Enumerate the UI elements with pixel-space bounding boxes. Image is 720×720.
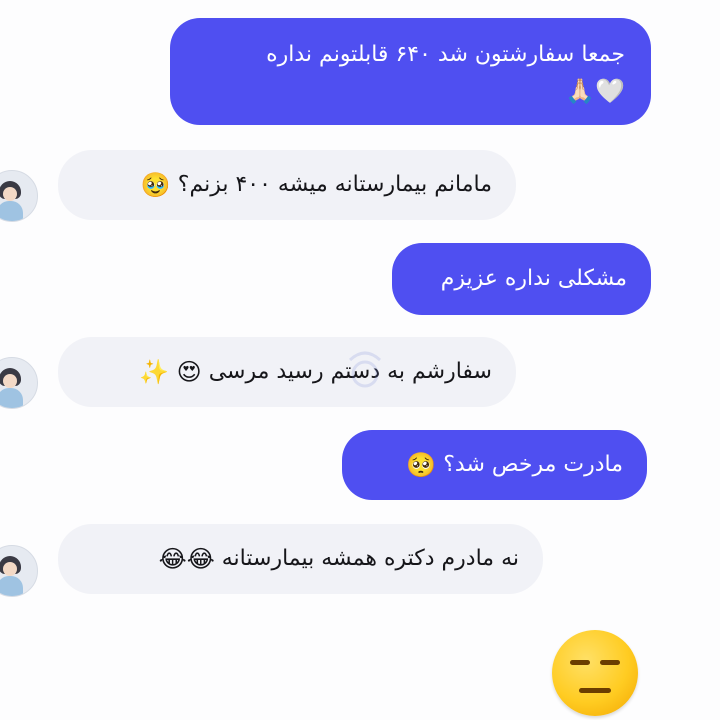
message-bubble-incoming[interactable]: سفارشم به دستم رسید مرسی 😍 ✨: [58, 337, 516, 407]
contact-avatar[interactable]: [0, 357, 38, 409]
message-text: مشکلی نداره عزیزم: [440, 266, 627, 291]
message-bubble-outgoing[interactable]: مادرت مرخص شد؟ 🥺: [342, 430, 647, 500]
contact-avatar[interactable]: [0, 545, 38, 597]
message-emoji: 🥺: [406, 451, 437, 479]
message-emoji: 🤍🙏🏻: [565, 77, 625, 105]
expressionless-face-icon[interactable]: [552, 630, 638, 716]
message-emoji: 😂😂: [158, 545, 215, 573]
message-text: نه مادرم دکتره همشه بیمارستانه: [221, 546, 519, 571]
watermark-icon: [348, 351, 382, 388]
chat-screen: جمعا سفارشتون شد ۶۴۰ قابلتونم نداره 🤍🙏🏻 …: [0, 0, 720, 720]
message-bubble-incoming[interactable]: مامانم بیمارستانه میشه ۴۰۰ بزنم؟ 🥹: [58, 150, 516, 220]
contact-avatar[interactable]: [0, 170, 38, 222]
message-emoji: 😍 ✨: [139, 358, 202, 386]
message-text: جمعا سفارشتون شد ۶۴۰ قابلتونم نداره: [266, 42, 625, 67]
message-text: مادرت مرخص شد؟: [443, 452, 623, 477]
message-bubble-outgoing[interactable]: مشکلی نداره عزیزم: [392, 243, 651, 315]
message-bubble-outgoing[interactable]: جمعا سفارشتون شد ۶۴۰ قابلتونم نداره 🤍🙏🏻: [170, 18, 651, 125]
message-text: مامانم بیمارستانه میشه ۴۰۰ بزنم؟: [177, 172, 492, 197]
message-emoji: 🥹: [140, 171, 171, 199]
message-bubble-incoming[interactable]: نه مادرم دکتره همشه بیمارستانه 😂😂: [58, 524, 543, 594]
